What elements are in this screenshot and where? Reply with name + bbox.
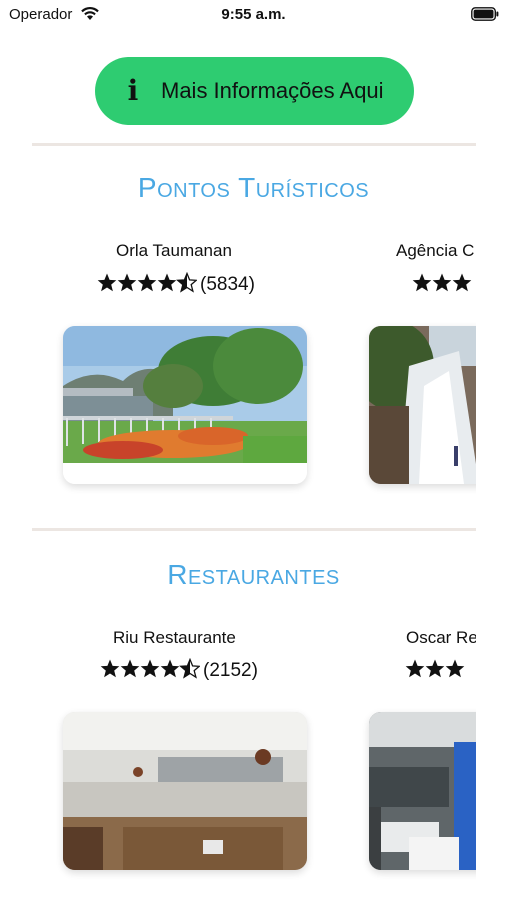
card-name: Orla Taumanan (116, 241, 232, 260)
star-rating (412, 273, 472, 292)
waterfall-photo (369, 326, 476, 484)
divider-top (32, 143, 476, 146)
card-image-restaurant[interactable] (63, 712, 307, 870)
divider-middle (32, 528, 476, 531)
more-info-label: Mais Informações Aqui (161, 78, 384, 103)
card-image-riverside[interactable] (63, 326, 307, 484)
restaurant-interior-photo (63, 712, 307, 870)
riverside-garden-photo (63, 326, 307, 484)
card-name: Oscar Re (406, 628, 476, 647)
star-rating (97, 272, 197, 293)
card-image-waterfall[interactable] (369, 326, 476, 484)
review-count: (5834) (200, 274, 255, 295)
restaurant-hall-photo (369, 712, 476, 870)
star-rating (405, 659, 465, 678)
battery-icon (471, 7, 499, 21)
section-title-tourist-spots: Pontos Turísticos (137, 172, 370, 203)
review-count: (2152) (203, 660, 258, 681)
clock: 9:55 a.m. (221, 6, 286, 23)
card-name: Riu Restaurante (113, 628, 236, 647)
tourist-spots-carousel[interactable]: Orla Taumanan (5834) Agência C (0, 236, 476, 496)
star-rating (100, 658, 200, 679)
info-icon: i (127, 74, 139, 107)
card-image-restaurant-2[interactable] (369, 712, 476, 870)
restaurants-carousel[interactable]: Riu Restaurante (2152) Oscar Re (0, 623, 476, 883)
section-title-restaurants: Restaurantes (167, 559, 340, 590)
card-name: Agência C (396, 241, 475, 260)
status-bar: Operador 9:55 a.m. (0, 0, 507, 30)
